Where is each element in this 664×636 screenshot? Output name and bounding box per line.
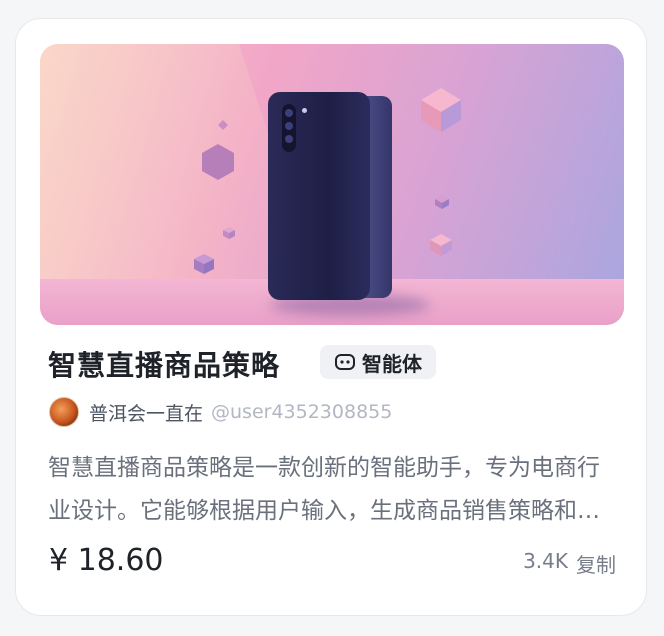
price: ¥ 18.60: [49, 543, 164, 578]
copy-label[interactable]: 复制: [576, 549, 616, 578]
tiny-cube-shape: [218, 120, 228, 130]
copy-count: 3.4K: [523, 549, 568, 573]
badge-label: 智能体: [362, 351, 422, 376]
agent-description: 智慧直播商品策略是一款创新的智能助手，专为电商行业设计。它能够根据用户输入，生成…: [48, 455, 600, 524]
cover-image: [40, 44, 624, 325]
tiny-cube-shape: [223, 227, 235, 239]
author-info[interactable]: 普洱会一直在 @user4352308855: [49, 397, 392, 427]
tiny-cube-shape: [435, 195, 449, 209]
agent-card[interactable]: 智慧直播商品策略 智能体 普洱会一直在 @user4352308855 智慧直播…: [15, 18, 647, 616]
hexagon-shape: [202, 144, 234, 180]
avatar[interactable]: [49, 397, 79, 427]
usage-stats: 3.4K 复制: [523, 549, 616, 578]
robot-icon: [335, 354, 355, 370]
author-handle: @user4352308855: [211, 401, 393, 423]
agent-title[interactable]: 智慧直播商品策略: [48, 344, 280, 384]
agent-type-badge: 智能体: [320, 345, 436, 379]
camera-module-icon: [282, 104, 296, 152]
small-cube-shape: [194, 254, 214, 274]
small-cube-shape: [430, 234, 452, 256]
author-name[interactable]: 普洱会一直在: [89, 399, 203, 426]
cube-shape: [421, 88, 461, 132]
